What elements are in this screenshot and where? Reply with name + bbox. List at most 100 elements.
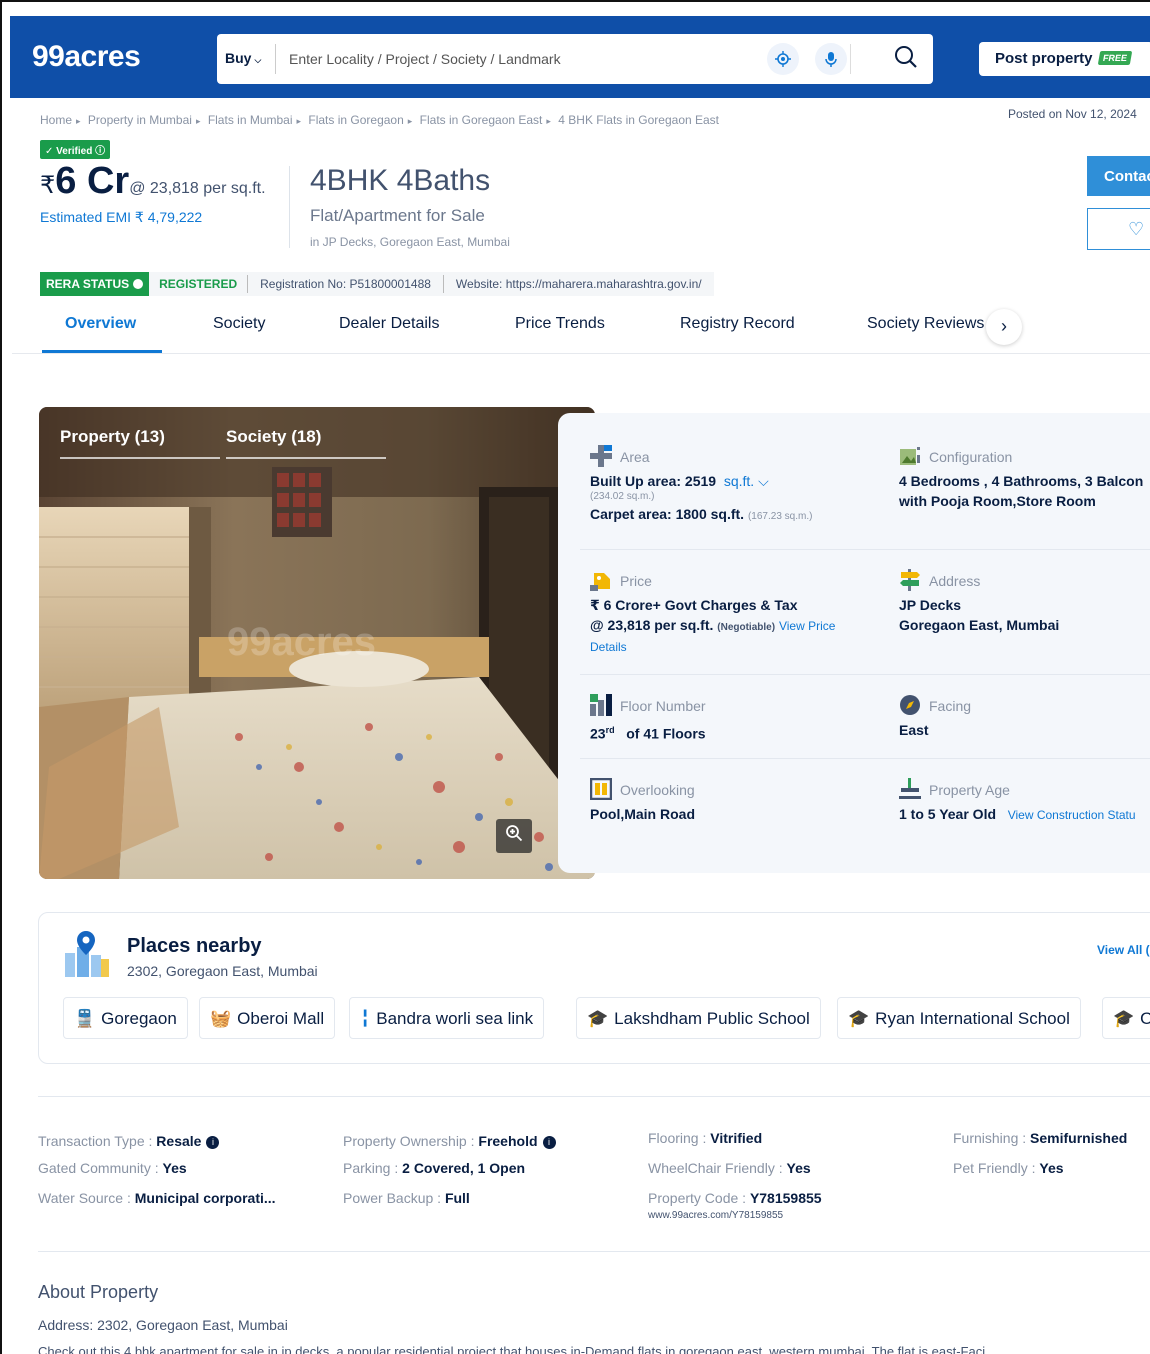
breadcrumb-item[interactable]: Flats in Mumbai <box>208 113 293 127</box>
zoom-in-icon[interactable] <box>496 819 532 853</box>
tab-property-photos[interactable]: Property (13) <box>60 427 165 447</box>
tab-society[interactable]: Society <box>213 315 265 333</box>
view-all-places-link[interactable]: View All ( <box>1097 943 1150 957</box>
property-photo-gallery[interactable]: 99acres Property (13) Society (18) <box>39 407 595 879</box>
fact-value: Yes <box>162 1160 187 1176</box>
overlooking-value: Pool,Main Road <box>590 806 695 822</box>
fact-value: 2 Covered, 1 Open <box>402 1160 526 1176</box>
breadcrumb-item[interactable]: 4 BHK Flats in Goregaon East <box>558 113 719 127</box>
breadcrumb-separator: ▸ <box>195 116 201 126</box>
page-frame: 99acres Buy⌵ Post propertyFREE Home ▸ Pro… <box>0 0 1150 1354</box>
gallery-tab-underline <box>226 457 386 459</box>
posted-date: Posted on Nov 12, 2024 <box>1008 107 1137 121</box>
price-value: 6 Cr <box>55 160 130 202</box>
section-divider <box>38 1251 1150 1252</box>
tab-price-trends[interactable]: Price Trends <box>515 315 605 333</box>
address-label: Address <box>929 573 981 589</box>
search-icon[interactable] <box>893 44 921 72</box>
detail-overlooking: Overlooking Pool,Main Road <box>590 778 695 824</box>
rera-status-label: RERA STATUS <box>46 277 130 291</box>
row-divider <box>580 549 1150 550</box>
site-logo[interactable]: 99acres <box>32 40 141 74</box>
verified-label: Verified <box>56 146 93 157</box>
price-full: ₹ 6 Crore+ Govt Charges & Tax <box>590 597 798 613</box>
tab-registry-record[interactable]: Registry Record <box>680 315 795 333</box>
overlooking-label: Overlooking <box>620 782 695 798</box>
info-icon[interactable]: i <box>206 1136 220 1149</box>
property-code-url[interactable]: www.99acres.com/Y78159855 <box>648 1210 783 1221</box>
breadcrumb-item[interactable]: Home <box>40 113 72 127</box>
facing-label: Facing <box>929 698 972 714</box>
fact-label: Parking : <box>343 1160 403 1176</box>
places-nearby-title: Places nearby <box>127 935 262 957</box>
fact-label: Property Ownership : <box>343 1133 479 1149</box>
configuration-extra-rooms: with Pooja Room,Store Room <box>899 493 1096 509</box>
place-chip-goregaon[interactable]: 🚆 Goregaon <box>63 997 188 1039</box>
price-per-sqft-detail: @ 23,818 per sq.ft. <box>590 617 714 633</box>
road-icon: ╏ <box>360 1009 371 1028</box>
fact-label: Furnishing : <box>953 1130 1031 1146</box>
rera-registered: REGISTERED <box>159 277 238 291</box>
place-chip-oberoi-mall[interactable]: 🧺 Oberoi Mall <box>199 997 336 1039</box>
fact-water-source: Water Source : Municipal corporati... <box>38 1190 276 1206</box>
shortlist-button[interactable]: ♡ <box>1087 208 1150 250</box>
microphone-icon[interactable] <box>815 43 847 75</box>
about-property-title: About Property <box>38 1282 159 1302</box>
header-divider <box>289 166 290 248</box>
search-divider <box>275 44 276 74</box>
top-header: 99acres Buy⌵ Post property FREE <box>10 16 1150 98</box>
tab-society-photos[interactable]: Society (18) <box>226 427 321 447</box>
chevron-down-icon: ⌵ <box>254 55 262 65</box>
fact-flooring: Flooring : Vitrified <box>648 1130 762 1146</box>
fact-value: Vitrified <box>710 1130 763 1146</box>
view-construction-status-link[interactable]: View Construction Statu <box>1008 808 1136 822</box>
price-label: Price <box>620 573 652 589</box>
rera-status-badge[interactable]: RERA STATUS <box>40 272 150 296</box>
contact-button[interactable]: Contac <box>1087 156 1150 196</box>
detail-floor: Floor Number 23rd of 41 Floors <box>590 694 706 744</box>
place-chip-ryan-international-school[interactable]: 🎓 Ryan International School <box>837 997 1081 1039</box>
about-property-description: Check out this 4 bhk apartment for sale … <box>38 1344 986 1354</box>
configuration-icon <box>900 447 920 465</box>
place-chip-more[interactable]: 🎓O <box>1102 997 1150 1039</box>
listing-subtitle: Flat/Apartment for Sale <box>310 206 485 225</box>
about-property-address: Address: 2302, Goregaon East, Mumbai <box>38 1317 288 1333</box>
fact-value: Yes <box>1039 1160 1064 1176</box>
price-block: ₹6 Cr@ 23,818 per sq.ft. <box>40 160 266 203</box>
breadcrumb-item[interactable]: Property in Mumbai <box>88 113 192 127</box>
place-chip-label: Oberoi Mall <box>237 1009 325 1028</box>
window-icon <box>590 778 612 800</box>
tab-dealer-details[interactable]: Dealer Details <box>339 315 439 333</box>
place-chip-lakshdham-public-school[interactable]: 🎓 Lakshdham Public School <box>576 997 821 1039</box>
locate-me-icon[interactable] <box>767 43 799 75</box>
search-input[interactable] <box>289 44 749 74</box>
graduation-cap-icon: 🎓 <box>587 1009 609 1028</box>
tab-society-reviews[interactable]: Society Reviews <box>867 315 984 333</box>
chevron-down-icon: ⌵ <box>758 473 769 489</box>
fact-value: Full <box>444 1190 470 1206</box>
post-property-button[interactable]: Post property FREE <box>979 42 1150 76</box>
fact-value: Y78159855 <box>749 1190 822 1206</box>
chevron-right-icon[interactable]: › <box>986 309 1022 345</box>
fact-pet-friendly: Pet Friendly : Yes <box>953 1160 1064 1176</box>
verified-badge: ✓ Verified ⓘ <box>40 140 111 159</box>
tab-overview[interactable]: Overview <box>65 315 136 333</box>
gallery-tab-underline <box>60 457 220 459</box>
fact-label: Flooring : <box>648 1130 711 1146</box>
breadcrumb-item[interactable]: Flats in Goregaon East <box>420 113 543 127</box>
property-age-value: 1 to 5 Year Old <box>899 806 997 822</box>
info-icon <box>133 279 144 289</box>
fact-wheelchair-friendly: WheelChair Friendly : Yes <box>648 1160 811 1176</box>
place-chip-bandra-worli-sea-link[interactable]: ╏ Bandra worli sea link <box>349 997 545 1039</box>
area-unit-selector[interactable]: sq.ft. ⌵ <box>724 473 769 489</box>
negotiable-tag: (Negotiable) <box>717 622 776 633</box>
estimated-emi-link[interactable]: Estimated EMI ₹ 4,79,222 <box>40 209 202 226</box>
view-price-details-link-cont[interactable]: Details <box>590 640 835 654</box>
fact-property-code: Property Code : Y78159855 <box>648 1190 822 1206</box>
buy-dropdown[interactable]: Buy ⌵ <box>225 50 261 66</box>
view-price-details-link[interactable]: View Price <box>779 619 835 633</box>
info-icon[interactable]: i <box>542 1136 556 1149</box>
signpost-icon <box>900 569 920 591</box>
rera-website: Website: https://maharera.maharashtra.go… <box>455 277 702 291</box>
breadcrumb-item[interactable]: Flats in Goregaon <box>308 113 403 127</box>
